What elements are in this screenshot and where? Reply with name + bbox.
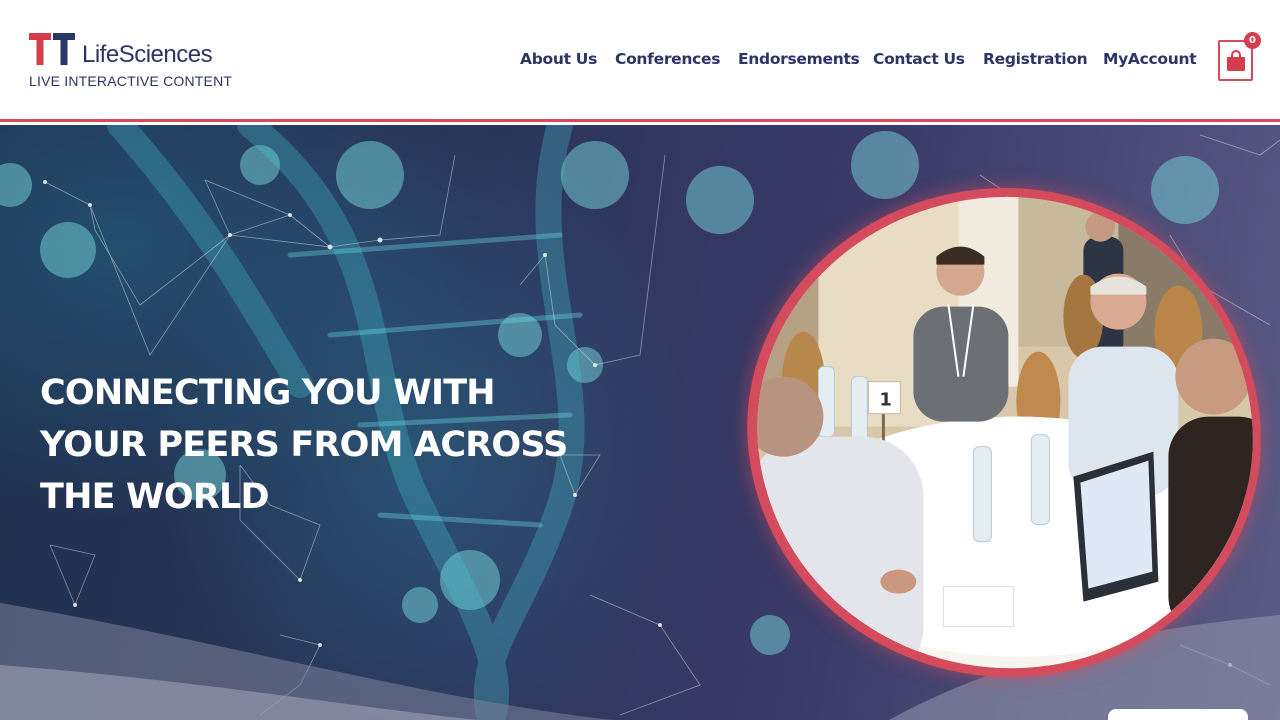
- conference-roundtable-photo: 1: [735, 172, 1276, 693]
- site-header: LifeSciences LIVE INTERACTIVE CONTENT Ab…: [0, 0, 1280, 122]
- nav-about-us[interactable]: About Us: [520, 50, 597, 68]
- cart-button[interactable]: 0: [1218, 32, 1261, 81]
- site-logo[interactable]: LifeSciences LIVE INTERACTIVE CONTENT: [28, 32, 232, 92]
- tt-logo-mark-icon: [29, 33, 75, 65]
- nav-registration[interactable]: Registration: [983, 50, 1088, 68]
- brand-name: LifeSciences: [82, 41, 213, 68]
- hero-banner: CONNECTING YOU WITH YOUR PEERS FROM ACRO…: [0, 125, 1280, 720]
- cart-count-badge: 0: [1244, 32, 1261, 49]
- nav-contact-us[interactable]: Contact Us: [873, 50, 965, 68]
- nav-endorsements[interactable]: Endorsements: [738, 50, 860, 68]
- floating-tab-button[interactable]: [1108, 709, 1248, 720]
- hero-headline: CONNECTING YOU WITH YOUR PEERS FROM ACRO…: [40, 373, 568, 517]
- svg-text:1: 1: [879, 390, 892, 411]
- shopping-bag-icon: [1227, 50, 1245, 71]
- nav-conferences[interactable]: Conferences: [615, 50, 720, 68]
- nav-my-account[interactable]: MyAccount: [1103, 50, 1197, 68]
- conference-scene-illustration: 1: [748, 186, 1269, 687]
- brand-tagline: LIVE INTERACTIVE CONTENT: [29, 73, 233, 89]
